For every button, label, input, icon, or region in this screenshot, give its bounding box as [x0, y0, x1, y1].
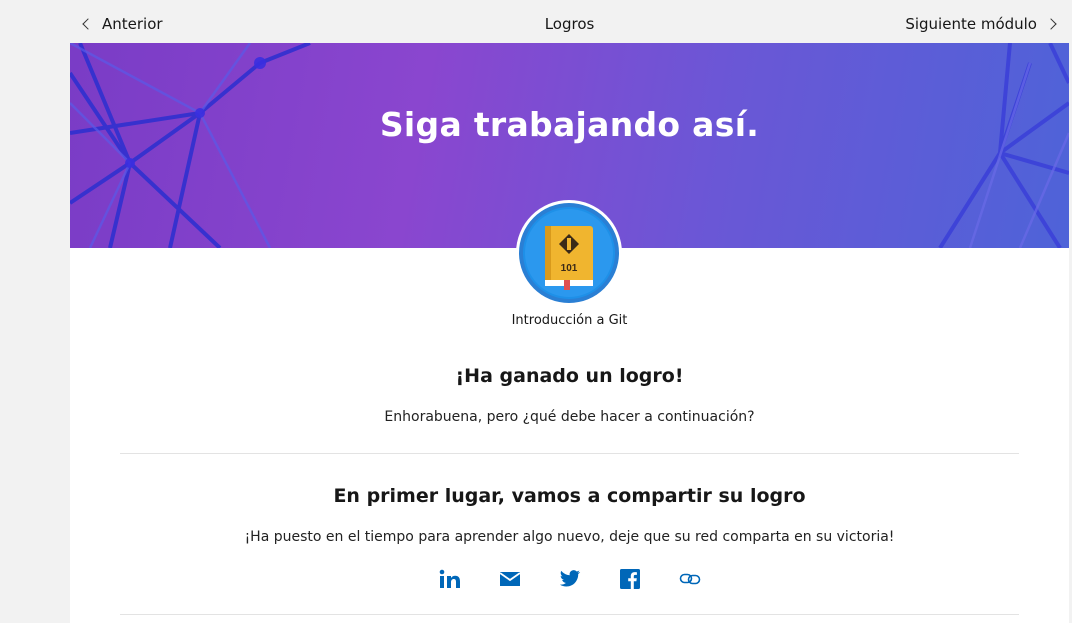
badge-number: 101 — [561, 263, 578, 274]
badge-label: Introducción a Git — [511, 313, 628, 328]
linkedin-icon[interactable] — [438, 567, 462, 591]
previous-label: Anterior — [102, 15, 163, 33]
hero-heading: Siga trabajando así. — [379, 105, 760, 144]
section-divider-bottom — [120, 614, 1019, 615]
email-icon[interactable] — [498, 567, 522, 591]
chevron-left-icon — [82, 18, 94, 30]
module-navigation-bar: Anterior Logros Siguiente módulo — [70, 5, 1069, 43]
facebook-icon[interactable] — [618, 567, 642, 591]
achievement-title: ¡Ha ganado un logro! — [455, 365, 684, 387]
achievement-card: Siga trabajando así. 101 Introducción a … — [70, 43, 1069, 623]
share-subtitle: ¡Ha puesto en el tiempo para aprender al… — [244, 529, 895, 545]
achievement-badge: 101 — [514, 198, 624, 308]
link-icon[interactable] — [678, 567, 702, 591]
share-icons — [70, 567, 1069, 591]
section-divider — [120, 453, 1019, 454]
next-module-button[interactable]: Siguiente módulo — [891, 15, 1069, 33]
achievement-subtitle: Enhorabuena, pero ¿qué debe hacer a cont… — [384, 409, 755, 425]
share-title: En primer lugar, vamos a compartir su lo… — [333, 485, 806, 507]
git-book-icon: 101 — [516, 200, 622, 306]
chevron-right-icon — [1045, 18, 1057, 30]
twitter-icon[interactable] — [558, 567, 582, 591]
previous-button[interactable]: Anterior — [70, 15, 177, 33]
next-module-label: Siguiente módulo — [905, 15, 1037, 33]
